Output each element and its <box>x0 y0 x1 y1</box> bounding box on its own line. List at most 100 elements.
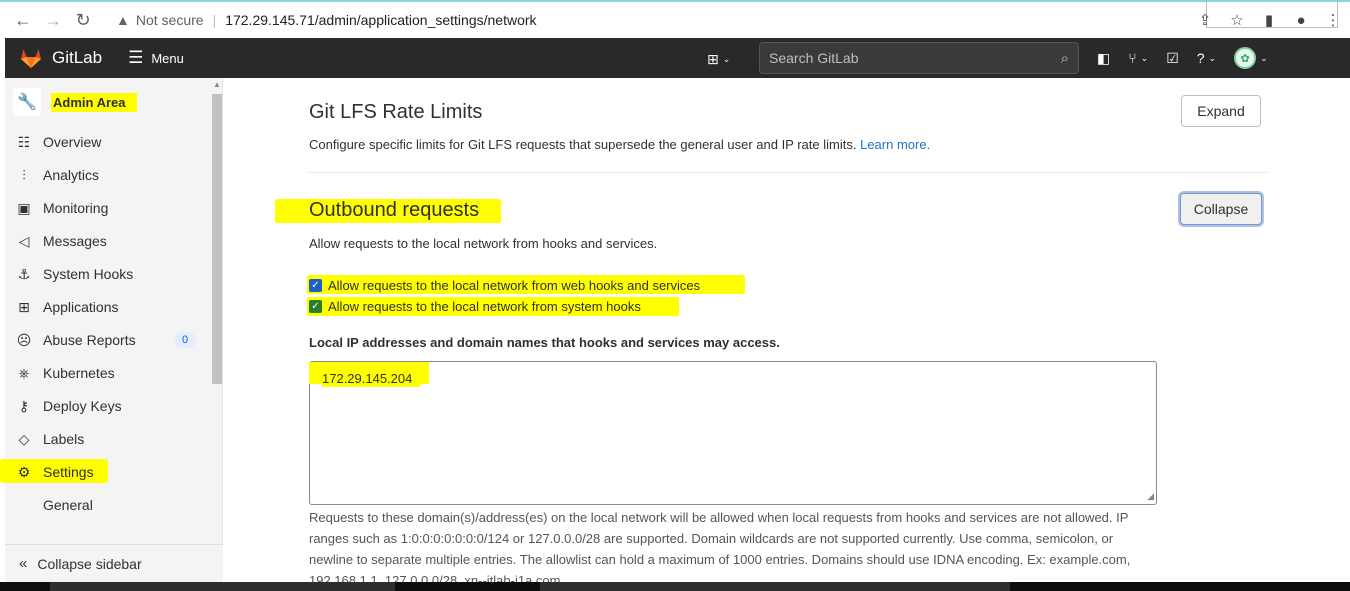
url-separator: | <box>212 12 217 28</box>
sidebar-item-label: Analytics <box>43 167 100 183</box>
forward-arrow-icon[interactable]: → <box>38 5 68 35</box>
sidebar-item-messages[interactable]: ◁ Messages <box>13 228 203 254</box>
grid-icon: ⊞ <box>18 298 30 315</box>
sidebar-item-label: Messages <box>43 233 107 249</box>
sidebar-item-analytics[interactable]: ⫶ Analytics <box>13 162 203 188</box>
lfs-section-title: Git LFS Rate Limits <box>309 101 483 123</box>
sidebar-item-label: Monitoring <box>43 200 109 216</box>
sidebar-item-overview[interactable]: ☷ Overview <box>13 129 203 155</box>
checkbox-row-web-hooks[interactable]: ✓ Allow requests to the local network fr… <box>309 278 700 293</box>
sidebar-item-abuse-reports[interactable]: ☹ Abuse Reports 0 <box>13 327 203 353</box>
search-input[interactable] <box>769 50 1061 66</box>
expand-button[interactable]: Expand <box>1181 95 1261 127</box>
star-icon[interactable]: ☆ <box>1228 11 1246 29</box>
count-badge: 0 <box>174 332 196 348</box>
wrench-icon: 🔧 <box>13 88 41 116</box>
lfs-section-description: Configure specific limits for Git LFS re… <box>309 137 930 152</box>
merge-requests-dropdown[interactable]: ⑂ ⌄ <box>1128 50 1148 66</box>
allowlist-help-text: Requests to these domain(s)/address(es) … <box>309 510 1131 582</box>
monitor-icon: ▣ <box>17 199 31 216</box>
chevron-down-icon: ⌄ <box>1260 52 1268 63</box>
share-icon[interactable]: ⇪ <box>1196 11 1214 29</box>
sidebar-item-kubernetes[interactable]: ⎈ Kubernetes <box>13 360 203 386</box>
scroll-up-icon[interactable]: ▲ <box>213 80 221 89</box>
address-bar[interactable]: ▲ Not secure | 172.29.145.71/admin/appli… <box>116 12 537 28</box>
sidebar-item-label: Kubernetes <box>43 365 115 381</box>
user-menu[interactable]: ✿ ⌄ <box>1234 47 1268 69</box>
plus-square-icon: ⊞ <box>707 51 719 67</box>
sidebar-scrollbar[interactable]: ▲ <box>210 80 222 384</box>
not-secure-label: Not secure <box>135 12 204 28</box>
window-icon[interactable]: ▮ <box>1260 11 1278 29</box>
sidebar-item-label: Overview <box>43 134 102 150</box>
sidebar-item-labels[interactable]: ◇ Labels <box>13 426 203 452</box>
lfs-description-text: Configure specific limits for Git LFS re… <box>309 137 857 152</box>
allowlist-value[interactable]: 172.29.145.204 <box>322 370 421 387</box>
double-chevron-left-icon: « <box>19 555 28 572</box>
new-item-dropdown[interactable]: ⊞ ⌄ <box>707 51 730 68</box>
sidebar-item-deploy-keys[interactable]: ⚷ Deploy Keys <box>13 393 203 419</box>
help-dropdown[interactable]: ? ⌄ <box>1197 50 1216 66</box>
chevron-down-icon: ⌄ <box>1140 52 1149 63</box>
gitlab-logo[interactable]: GitLab <box>19 46 102 70</box>
search-icon[interactable]: ⌕ <box>1061 50 1069 67</box>
sidebar-item-label: Abuse Reports <box>43 332 136 348</box>
taskbar-segment <box>540 582 1010 591</box>
analytics-icon: ⫶ <box>22 166 26 183</box>
tanuki-icon <box>21 49 41 68</box>
menu-label: Menu <box>151 50 184 66</box>
sidebar-subitem-general[interactable]: General <box>43 497 93 513</box>
outbound-description: Allow requests to the local network from… <box>309 236 658 251</box>
admin-area-title: Admin Area <box>51 92 138 112</box>
collapse-button[interactable]: Collapse <box>1180 193 1262 225</box>
frown-icon: ☹ <box>16 331 32 348</box>
checkbox-web-hooks[interactable]: ✓ <box>309 279 322 292</box>
taskbar-segment <box>50 582 395 591</box>
kebab-menu-icon[interactable]: ⋮ <box>1324 11 1342 29</box>
todos-icon[interactable]: ☑ <box>1166 50 1179 67</box>
kubernetes-icon: ⎈ <box>18 364 30 381</box>
outbound-section-title: Outbound requests <box>309 199 480 221</box>
merge-request-icon: ⑂ <box>1128 50 1137 66</box>
label-icon: ◇ <box>18 430 30 447</box>
topbar-actions: ◧ ⑂ ⌄ ☑ ? ⌄ ✿ ⌄ <box>1097 38 1268 78</box>
sidebar-item-label: System Hooks <box>43 266 134 282</box>
sidebar-item-label: Labels <box>43 431 85 447</box>
sidebar-item-label: Applications <box>43 299 119 315</box>
chevron-down-icon: ⌄ <box>1208 52 1217 63</box>
admin-area-header[interactable]: 🔧 Admin Area <box>13 88 138 116</box>
url-text[interactable]: 172.29.145.71/admin/application_settings… <box>225 12 536 28</box>
collapse-sidebar-button[interactable]: « Collapse sidebar <box>5 544 223 582</box>
browser-toolbar: ← → ↻ ▲ Not secure | 172.29.145.71/admin… <box>0 0 1350 38</box>
allowlist-textarea[interactable]: 172.29.145.204 ◢ <box>309 361 1157 505</box>
learn-more-link[interactable]: Learn more. <box>860 137 930 152</box>
search-box[interactable]: ⌕ <box>759 42 1079 74</box>
overview-icon: ☷ <box>17 133 31 150</box>
back-arrow-icon[interactable]: ← <box>8 5 38 35</box>
help-icon: ? <box>1196 50 1205 66</box>
menu-button[interactable]: ☰ Menu <box>128 48 184 68</box>
checkbox-system-hooks[interactable]: ✓ <box>309 300 322 313</box>
issues-icon[interactable]: ◧ <box>1097 50 1110 67</box>
taskbar-strip <box>0 582 1350 591</box>
admin-sidebar: 🔧 Admin Area ☷ Overview ⫶ Analytics ▣ Mo… <box>0 78 223 582</box>
profile-icon[interactable]: ● <box>1292 11 1310 29</box>
sidebar-item-monitoring[interactable]: ▣ Monitoring <box>13 195 203 221</box>
checkbox-row-system-hooks[interactable]: ✓ Allow requests to the local network fr… <box>309 299 641 314</box>
anchor-icon: ⚓ <box>17 265 31 282</box>
sidebar-item-label: Deploy Keys <box>43 398 122 414</box>
allowlist-field-label: Local IP addresses and domain names that… <box>309 335 780 350</box>
checkbox-system-hooks-label[interactable]: Allow requests to the local network from… <box>328 299 641 314</box>
brand-name: GitLab <box>52 48 103 67</box>
scrollbar-thumb[interactable] <box>212 94 222 384</box>
sidebar-item-settings[interactable]: ⚙ Settings <box>13 459 203 485</box>
gitlab-topbar: GitLab ☰ Menu ⊞⌄ ⌕ ◧ ⑂⌄ ☑ ?⌄ ✿⌄ <box>5 38 1350 78</box>
sidebar-item-system-hooks[interactable]: ⚓ System Hooks <box>13 261 203 287</box>
collapse-sidebar-label: Collapse sidebar <box>37 555 142 572</box>
chevron-down-icon: ⌄ <box>722 54 731 64</box>
main-content: Git LFS Rate Limits Configure specific l… <box>223 78 1350 582</box>
sidebar-item-applications[interactable]: ⊞ Applications <box>13 294 203 320</box>
checkbox-web-hooks-label[interactable]: Allow requests to the local network from… <box>328 278 700 293</box>
reload-icon[interactable]: ↻ <box>68 5 98 35</box>
resize-handle-icon[interactable]: ◢ <box>1147 491 1154 502</box>
